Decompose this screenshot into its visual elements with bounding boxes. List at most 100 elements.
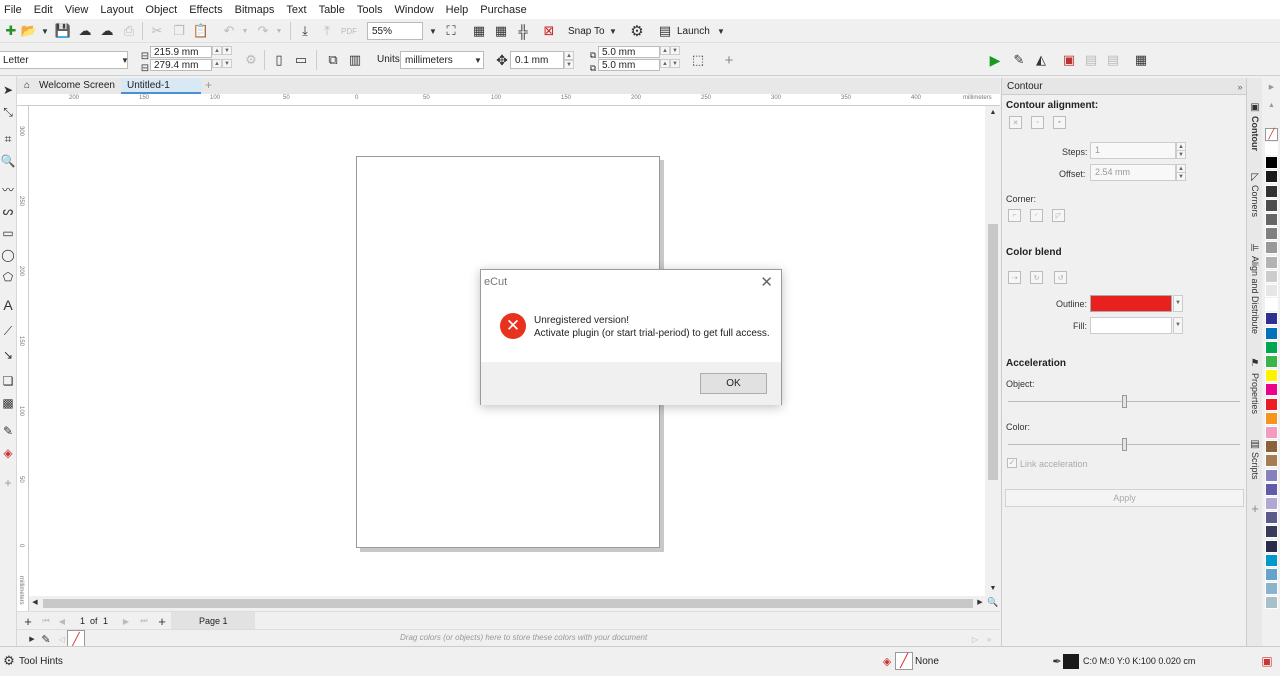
contour-center-icon[interactable]: ✕ — [1009, 116, 1022, 129]
new-tab-icon[interactable]: + — [203, 78, 217, 94]
add-docker-icon[interactable]: + — [1247, 499, 1263, 517]
dup-y-spin-up[interactable]: ▲ — [660, 59, 670, 68]
dup-y-spin-down[interactable]: ▼ — [670, 59, 680, 68]
last-page-icon[interactable]: ⏭ — [135, 612, 153, 630]
page-width-field[interactable]: 215.9 mm — [150, 46, 212, 58]
offset-spin-down[interactable]: ▼ — [1176, 172, 1186, 181]
blend-linear-icon[interactable]: ⇢ — [1008, 271, 1021, 284]
duplicate-distance-x-field[interactable]: 5.0 mm — [598, 46, 660, 58]
palette-swatch[interactable] — [1265, 539, 1278, 553]
add-tool-icon[interactable]: + — [0, 474, 16, 492]
palette-swatch[interactable] — [1265, 355, 1278, 368]
snap-dropdown-icon[interactable]: ▼ — [604, 22, 622, 40]
zoom-tool-icon[interactable]: 🔍 — [0, 152, 16, 170]
palette-swatch[interactable] — [1265, 198, 1278, 212]
tool-hints-gear-icon[interactable]: ⚙ — [0, 652, 18, 670]
units-dropdown-icon[interactable]: ▼ — [469, 51, 487, 69]
pick-tool-icon[interactable]: ➤ — [0, 81, 16, 99]
palette-swatch[interactable] — [1265, 482, 1278, 496]
palette-swatch[interactable] — [1265, 397, 1278, 411]
home-icon[interactable]: ⌂ — [18, 78, 33, 94]
contour-outside-icon[interactable]: ▪ — [1053, 116, 1066, 129]
palette-swatch[interactable] — [1265, 468, 1278, 482]
crop-tool-icon[interactable]: ⌗ — [0, 130, 16, 148]
fill-indicator-icon[interactable]: ◈ — [878, 652, 896, 670]
palette-swatch[interactable] — [1265, 454, 1278, 468]
palette-swatch[interactable] — [1265, 497, 1278, 510]
full-screen-icon[interactable]: ⛶ — [442, 22, 460, 40]
upload-cloud-icon[interactable]: ☁ — [76, 22, 94, 40]
page-size-select[interactable]: Letter — [0, 51, 128, 69]
palette-swatch[interactable] — [1265, 553, 1278, 567]
palette-swatch[interactable] — [1265, 525, 1278, 539]
dup-x-spin-up[interactable]: ▲ — [660, 46, 670, 55]
plugin-b-icon[interactable]: ▤ — [1104, 51, 1122, 69]
plugin-cut-icon[interactable]: ◭ — [1032, 51, 1050, 69]
palette-swatch[interactable] — [1265, 213, 1278, 226]
run-play-icon[interactable]: ▶ — [986, 51, 1004, 69]
palette-swatch[interactable] — [1265, 369, 1278, 383]
tab-corners[interactable]: Corners — [1247, 185, 1263, 225]
palette-swatch[interactable] — [1265, 284, 1278, 297]
freehand-tool-icon[interactable]: 〰 — [0, 180, 16, 198]
scroll-down-icon[interactable]: ▼ — [986, 582, 1000, 594]
corner-bevel-icon[interactable]: ◸ — [1052, 209, 1065, 222]
height-spin-down[interactable]: ▼ — [222, 59, 232, 68]
tab-align-distribute[interactable]: Align and Distribute — [1247, 256, 1263, 334]
menu-file[interactable]: File — [0, 4, 30, 16]
contour-inside-icon[interactable]: ▫ — [1031, 116, 1044, 129]
add-toolbar-item-icon[interactable]: + — [720, 51, 738, 69]
next-page-icon[interactable]: ▶ — [117, 612, 135, 630]
launch-dropdown[interactable]: Launch — [677, 26, 710, 37]
rectangle-tool-icon[interactable]: ▭ — [0, 224, 16, 242]
palette-swatch[interactable] — [1265, 298, 1278, 312]
menu-table[interactable]: Table — [315, 4, 353, 16]
drop-shadow-icon[interactable]: ❏ — [0, 372, 16, 390]
artistic-media-icon[interactable]: ᔕ — [0, 202, 16, 220]
previous-page-icon[interactable]: ◀ — [53, 612, 71, 630]
page-height-field[interactable]: 279.4 mm — [150, 59, 212, 71]
palette-swatch[interactable] — [1265, 568, 1278, 581]
palette-swatch[interactable] — [1265, 440, 1278, 454]
cut-icon[interactable]: ✂ — [148, 22, 166, 40]
contour-tab-icon[interactable]: ▣ — [1247, 98, 1263, 116]
menu-window[interactable]: Window — [391, 4, 442, 16]
interactive-fill-icon[interactable]: ◈ — [0, 444, 16, 462]
ok-button[interactable]: OK — [700, 373, 767, 394]
transparency-icon[interactable]: ▩ — [0, 394, 16, 412]
nudge-spin-down[interactable]: ▼ — [564, 60, 574, 69]
palette-swatch[interactable] — [1265, 312, 1278, 326]
menu-object[interactable]: Object — [141, 4, 185, 16]
tab-welcome-screen[interactable]: Welcome Screen — [33, 78, 129, 94]
import-icon[interactable]: ⤓ — [296, 22, 314, 40]
color-proofing-icon[interactable]: ▣ — [1258, 652, 1276, 670]
save-icon[interactable]: 💾 — [54, 22, 72, 40]
object-accel-thumb[interactable] — [1122, 395, 1127, 408]
palette-swatch[interactable] — [1265, 184, 1278, 198]
palette-swatch[interactable] — [1265, 340, 1278, 354]
no-color-swatch[interactable]: ╱ — [1265, 128, 1278, 141]
tab-untitled-1[interactable]: Untitled-1 — [121, 78, 201, 94]
launch-app-icon[interactable]: ▤ — [656, 22, 674, 40]
fill-color-dropdown-icon[interactable]: ▼ — [1173, 317, 1183, 334]
scroll-left-icon[interactable]: ◀ — [29, 594, 41, 610]
menu-purchase[interactable]: Purchase — [476, 4, 534, 16]
scripts-tab-icon[interactable]: ▤ — [1247, 435, 1263, 453]
align-tab-icon[interactable]: ⊫ — [1247, 239, 1263, 257]
connector-tool-icon[interactable]: ↘ — [0, 346, 16, 364]
eyedropper-icon[interactable]: ✎ — [0, 422, 16, 440]
palette-swatch[interactable] — [1265, 411, 1278, 425]
dialog-close-icon[interactable]: ✕ — [760, 273, 773, 291]
new-document-icon[interactable]: ✚ — [2, 22, 20, 40]
menu-help[interactable]: Help — [442, 4, 477, 16]
redo-dropdown-icon[interactable]: ▼ — [270, 22, 288, 40]
nudge-distance-field[interactable]: 0.1 mm — [510, 51, 564, 69]
shape-tool-icon[interactable]: ⤡ — [0, 103, 16, 121]
menu-text[interactable]: Text — [282, 4, 314, 16]
apply-button[interactable]: Apply — [1005, 489, 1244, 507]
palette-swatch[interactable] — [1265, 426, 1278, 439]
all-pages-icon[interactable]: ⧉ — [324, 51, 342, 69]
steps-field[interactable]: 1 — [1090, 142, 1176, 159]
palette-swatch[interactable] — [1265, 511, 1278, 525]
color-accel-thumb[interactable] — [1122, 438, 1127, 451]
